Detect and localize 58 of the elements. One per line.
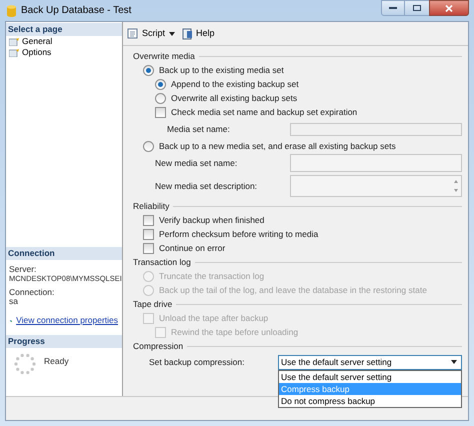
option-label: Check media set name and backup set expiration: [171, 106, 358, 118]
radio-button[interactable]: [155, 92, 166, 104]
page-icon: [9, 48, 19, 57]
section-title: Reliability: [133, 200, 170, 212]
caret-icon[interactable]: [169, 32, 176, 36]
view-connection-properties-link[interactable]: View connection properties: [16, 314, 118, 327]
option-label: Back up to a new media set, and erase all existing backup sets: [159, 140, 396, 152]
help-button[interactable]: Help: [182, 26, 215, 40]
checkbox[interactable]: [155, 106, 166, 118]
field-label: New media set name:: [155, 156, 238, 170]
section-title: Compression: [133, 340, 184, 352]
option-label: Back up to the existing media set: [159, 64, 284, 76]
section-title: Overwrite media: [133, 50, 195, 62]
minimize-button[interactable]: [381, 0, 405, 16]
database-icon: [7, 4, 16, 16]
option-label: Perform checksum before writing to media: [159, 228, 318, 240]
section-title: Transaction log: [133, 256, 191, 268]
checkbox[interactable]: [143, 242, 154, 254]
spinner-icon: [14, 353, 36, 375]
input-field[interactable]: [290, 154, 462, 172]
option-label: Back up the tail of the log, and leave the database in the restoring state: [159, 284, 427, 296]
page-icon: [9, 37, 19, 46]
dropdown-option[interactable]: Do not compress backup: [279, 394, 461, 406]
radio-button[interactable]: [155, 78, 166, 90]
help-icon: [182, 28, 194, 40]
connection-user: sa: [9, 297, 19, 306]
option-label: Truncate the transaction log: [159, 270, 264, 282]
maximize-button[interactable]: [405, 0, 429, 16]
progress-status: Ready: [44, 355, 69, 368]
option-label: Rewind the tape before unloading: [171, 326, 298, 338]
field-label: New media set description:: [155, 180, 258, 192]
field-label: Media set name:: [167, 122, 230, 136]
server-label: Server:: [9, 265, 38, 274]
page-item[interactable]: General: [6, 36, 122, 47]
script-button[interactable]: Script: [127, 26, 166, 40]
pane-header: Select a page: [6, 23, 122, 36]
window-title: Back Up Database - Test: [21, 4, 132, 18]
script-icon: [127, 28, 139, 39]
option-label: Continue on error: [159, 242, 226, 254]
page-item[interactable]: Options: [6, 47, 122, 58]
option-label: Verify backup when finished: [159, 214, 264, 226]
compression-dropdown[interactable]: Use the default server setting: [278, 354, 462, 370]
close-icon: [445, 4, 453, 12]
close-button[interactable]: [429, 0, 469, 16]
pane-header: Progress: [6, 335, 122, 348]
connection-label: Connection:: [9, 288, 56, 298]
option-label: Append to the existing backup set: [171, 78, 299, 90]
radio-button[interactable]: [143, 140, 154, 152]
option-label: Unload the tape after backup: [159, 312, 268, 324]
field-label: Set backup compression:: [149, 356, 244, 368]
checkbox[interactable]: [143, 228, 154, 240]
section-title: Tape drive: [133, 298, 172, 310]
checkbox[interactable]: [143, 214, 154, 226]
pane-header: Connection: [6, 247, 122, 260]
radio-button[interactable]: [143, 64, 154, 76]
dropdown-option[interactable]: Use the default server setting: [279, 370, 461, 382]
option-label: Overwrite all existing backup sets: [171, 92, 298, 104]
caret-icon: [451, 360, 457, 364]
